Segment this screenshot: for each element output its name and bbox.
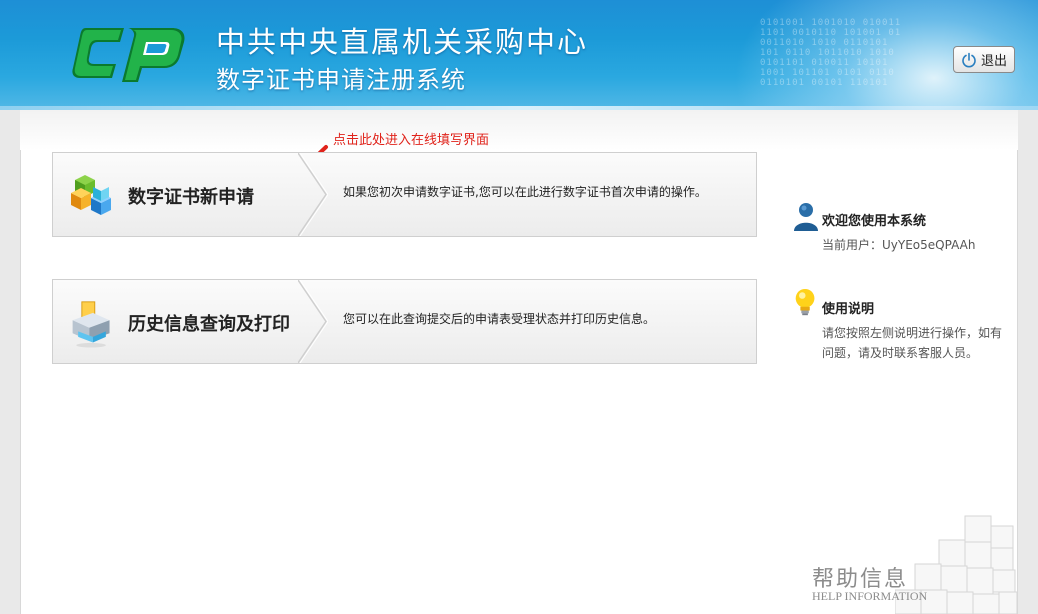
new-certificate-label: 数字证书新申请 [128,187,254,208]
help-title-en: HELP INFORMATION [812,589,928,603]
cp-logo-icon [72,28,185,82]
org-title: 中共中央直属机关采购中心 [216,25,589,59]
history-query-label: 历史信息查询及打印 [128,314,290,335]
cubes-icon [71,175,111,215]
hint-text: 点击此处进入在线填写界面 [333,133,490,148]
header-banner: 0101001 1001010 010011 1101 0010110 1010… [0,0,1038,110]
new-certificate-card[interactable]: 数字证书新申请 如果您初次申请数字证书,您可以在此进行数字证书首次申请的操作。 [52,152,757,237]
current-user-text: 当前用户：UyYEo5eQPAAh [822,238,976,252]
chevron-divider [298,153,328,236]
logout-label: 退出 [980,54,1007,69]
new-certificate-description: 如果您初次申请数字证书,您可以在此进行数字证书首次申请的操作。 [343,185,707,199]
system-title: 数字证书申请注册系统 [216,66,466,94]
chevron-divider [298,280,328,363]
instructions-title: 使用说明 [822,302,875,317]
history-query-description: 您可以在此查询提交后的申请表受理状态并打印历史信息。 [343,312,656,326]
printer-icon [72,301,110,348]
panel-top-shade [20,110,1018,150]
instructions-text: 请您按照左侧说明进行操作，如有问题，请及时联系客服人员。 [822,326,1003,360]
user-icon [794,203,818,231]
history-query-card[interactable]: 历史信息查询及打印 您可以在此查询提交后的申请表受理状态并打印历史信息。 [52,279,757,364]
welcome-title: 欢迎您使用本系统 [822,214,927,229]
lightbulb-icon [795,288,815,316]
header-decor-digits: 0101001 1001010 010011 1101 0010110 1010… [760,18,902,88]
logout-button[interactable]: 退出 [953,46,1015,73]
power-icon [962,52,976,67]
